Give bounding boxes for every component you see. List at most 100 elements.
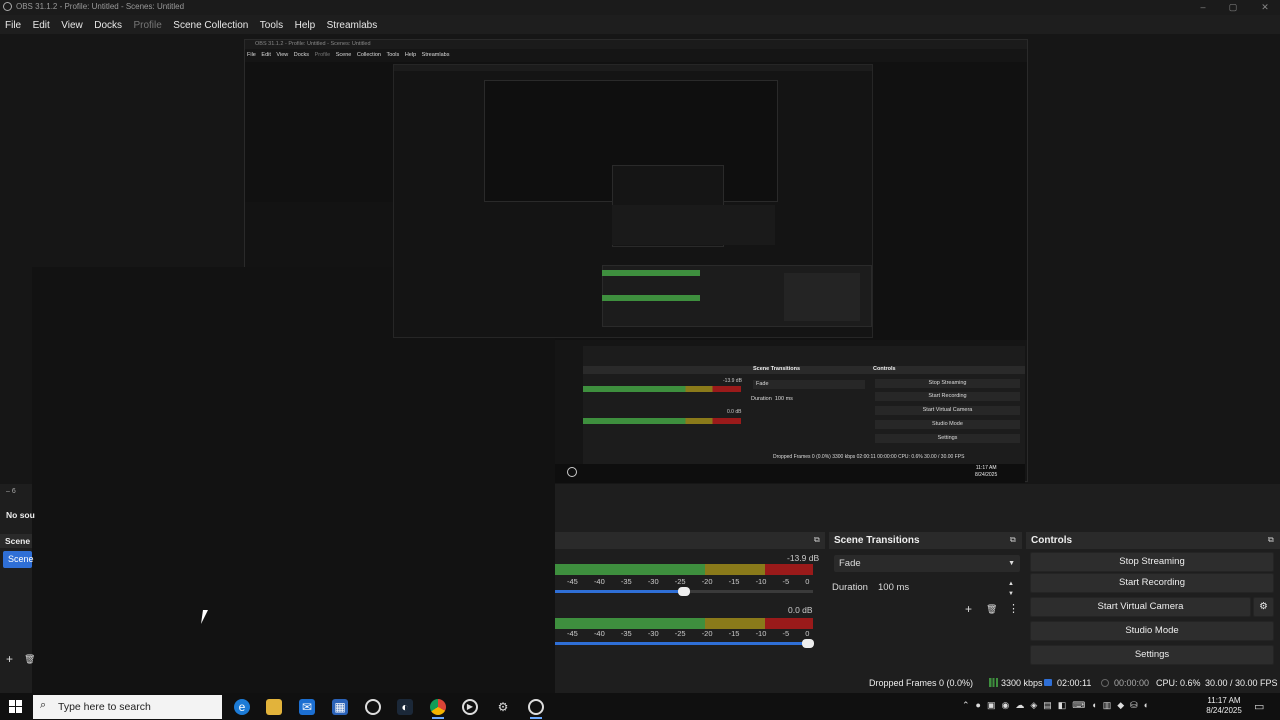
status-bar: Dropped Frames 0 (0.0%) 3300 kbps 02:00:… (555, 674, 1280, 693)
track2-meter (555, 618, 813, 629)
track1-volume-slider[interactable] (555, 587, 813, 596)
nested-transition-select: Fade (753, 380, 865, 389)
chevron-down-icon: ▼ (1008, 560, 1015, 567)
obs2-icon[interactable] (528, 699, 544, 715)
dropped-frames: Dropped Frames 0 (0.0%) (869, 678, 974, 688)
start-virtual-camera-button[interactable]: Start Virtual Camera (1030, 597, 1251, 617)
start-recording-button[interactable]: Start Recording (1030, 573, 1274, 593)
controls-title: Controls (1031, 535, 1073, 546)
track1-scale: -45 -40 -35 -30 -25 -20 -15 -10 -5 0 (567, 577, 810, 586)
nested-transitions-title: Scene Transitions (753, 366, 801, 372)
nested-db2: 0.0 dB (727, 409, 742, 415)
obs-logo-icon (3, 2, 12, 11)
no-source-label: No sou (6, 510, 35, 520)
nested-taskbar: 11:17 AM 8/24/2025 (555, 464, 1025, 483)
cpu-usage: CPU: 0.6% (1156, 678, 1201, 688)
windows-start-icon[interactable] (9, 700, 22, 713)
settings-icon[interactable]: ⚙ (495, 699, 511, 715)
gear-icon[interactable]: ⚙ (1253, 597, 1274, 617)
stream-time: 02:00:11 (1057, 678, 1092, 688)
stream-icon (1044, 679, 1052, 686)
nested-status: Dropped Frames 0 (0.0%) 3300 kbps 02:00:… (773, 454, 965, 460)
nested-db1: -13.9 dB (723, 378, 742, 384)
controls-dock: Controls ⧉ Stop Streaming Start Recordin… (1026, 532, 1280, 670)
nested-docks: Scene Transitions Controls Fade Duration… (583, 346, 1025, 464)
window-title: OBS 31.1.2 - Profile: Untitled - Scenes:… (16, 2, 185, 11)
track1-db: -13.9 dB (787, 553, 820, 563)
audio-mixer-dock: ⧉ -13.9 dB -45 -40 -35 -30 -25 -20 -15 -… (555, 532, 825, 670)
nested-menu: File Edit View Docks Profile Scene Colle… (247, 52, 450, 58)
menu-scene-collection[interactable]: Scene Collection (173, 17, 248, 35)
notification-icon[interactable]: ▭ (1254, 700, 1264, 713)
menu-view[interactable]: View (61, 17, 83, 35)
signal-icon (989, 678, 998, 687)
menu-help[interactable]: Help (295, 17, 316, 35)
nested-settings: Settings (875, 434, 1020, 443)
scenes-header: Scene (5, 536, 31, 546)
mouse-cursor (201, 610, 213, 624)
nested-duration: Duration 100 ms (751, 396, 793, 402)
nested-preview-window-2 (393, 64, 873, 338)
chrome-active-indicator (432, 717, 444, 719)
transition-select[interactable]: Fade ▼ (834, 555, 1020, 572)
media-player-icon[interactable]: ▶ (462, 699, 478, 715)
menu-file[interactable]: File (5, 17, 21, 35)
nested-start-recording: Start Recording (875, 392, 1020, 401)
track1-volume-handle[interactable] (678, 587, 690, 596)
add-transition-icon[interactable]: + (965, 602, 972, 616)
trash-icon[interactable]: 🗑 (986, 604, 997, 615)
obs-active-indicator (530, 717, 542, 719)
obs-icon[interactable] (365, 699, 381, 715)
record-icon (1101, 679, 1109, 687)
file-explorer-icon[interactable] (266, 699, 282, 715)
record-time: 00:00:00 (1114, 678, 1150, 688)
mail-icon[interactable]: ✉ (299, 699, 315, 715)
fps-counter: 30.00 / 30.00 FPS (1205, 678, 1278, 688)
add-scene-button[interactable]: + (6, 652, 13, 666)
scene-transitions-dock: Scene Transitions ⧉ Fade ▼ Duration 100 … (829, 532, 1022, 670)
menu-docks[interactable]: Docks (94, 17, 122, 35)
duration-label: Duration (832, 582, 868, 593)
scene-list-item[interactable]: Scene (3, 551, 34, 568)
bitrate: 3300 kbps (1001, 678, 1043, 688)
nested-clock: 11:17 AM 8/24/2025 (975, 465, 998, 478)
store-icon[interactable]: ▦ (332, 699, 348, 715)
menu-tools[interactable]: Tools (260, 17, 283, 35)
remove-scene-button[interactable]: 🗑 (24, 654, 35, 665)
left-dock-column: – 6 No sou Scene Scene + 🗑 (0, 484, 35, 693)
nested-start-virtual-camera: Start Virtual Camera (875, 406, 1020, 415)
more-options-icon[interactable]: ⋮ (1008, 602, 1019, 615)
chrome-icon[interactable] (430, 699, 446, 715)
title-bar: OBS 31.1.2 - Profile: Untitled - Scenes:… (0, 0, 1280, 15)
edge-icon[interactable]: e (234, 699, 250, 715)
taskbar-clock[interactable]: 11:17 AM 8/24/2025 (1196, 696, 1252, 716)
spin-down-icon[interactable]: ▼ (1008, 586, 1014, 603)
transitions-undock-icon[interactable]: ⧉ (1010, 535, 1016, 545)
taskbar-search[interactable]: ⌕ Type here to search (33, 695, 222, 719)
system-tray-icons[interactable]: ⌃●▣◉☁◈▤◧⌨◖▥◆⛁◐ (962, 700, 1187, 714)
menu-edit[interactable]: Edit (33, 17, 50, 35)
track2-volume-handle[interactable] (801, 639, 814, 648)
close-button[interactable]: ✕ (1250, 0, 1280, 14)
clock-time: 11:17 AM (1207, 696, 1241, 705)
dock-spacer (555, 484, 1280, 532)
studio-mode-button[interactable]: Studio Mode (1030, 621, 1274, 641)
search-icon: ⌕ (40, 699, 47, 711)
settings-button[interactable]: Settings (1030, 645, 1274, 665)
track1-meter (555, 564, 813, 575)
track2-volume-slider[interactable] (555, 639, 814, 648)
menu-profile[interactable]: Profile (133, 17, 161, 35)
stop-streaming-button[interactable]: Stop Streaming (1030, 552, 1274, 572)
minimize-button[interactable]: – (1188, 0, 1218, 14)
track2-db: 0.0 dB (788, 605, 813, 615)
steam-icon[interactable]: ◐ (397, 699, 413, 715)
mixer-undock-icon[interactable]: ⧉ (814, 535, 820, 545)
maximize-button[interactable]: ▢ (1218, 0, 1248, 14)
controls-undock-icon[interactable]: ⧉ (1268, 535, 1274, 545)
clock-date: 8/24/2025 (1206, 706, 1242, 715)
preview-shadow-step (245, 202, 405, 267)
duration-spinbox[interactable]: 100 ms ▲ ▼ (874, 579, 1020, 597)
menu-streamlabs[interactable]: Streamlabs (327, 17, 378, 35)
nested-obs-icon (567, 467, 577, 477)
transitions-title: Scene Transitions (834, 535, 920, 546)
